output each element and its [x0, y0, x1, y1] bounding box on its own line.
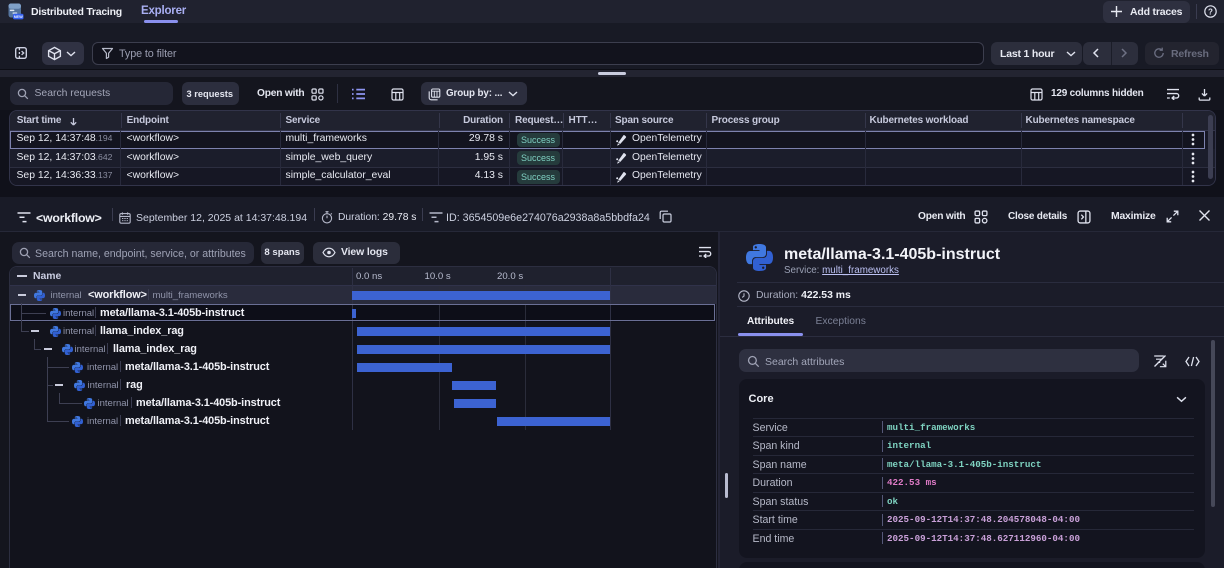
svg-text:?: ? — [1208, 7, 1213, 16]
svg-text:NEW: NEW — [14, 14, 23, 19]
